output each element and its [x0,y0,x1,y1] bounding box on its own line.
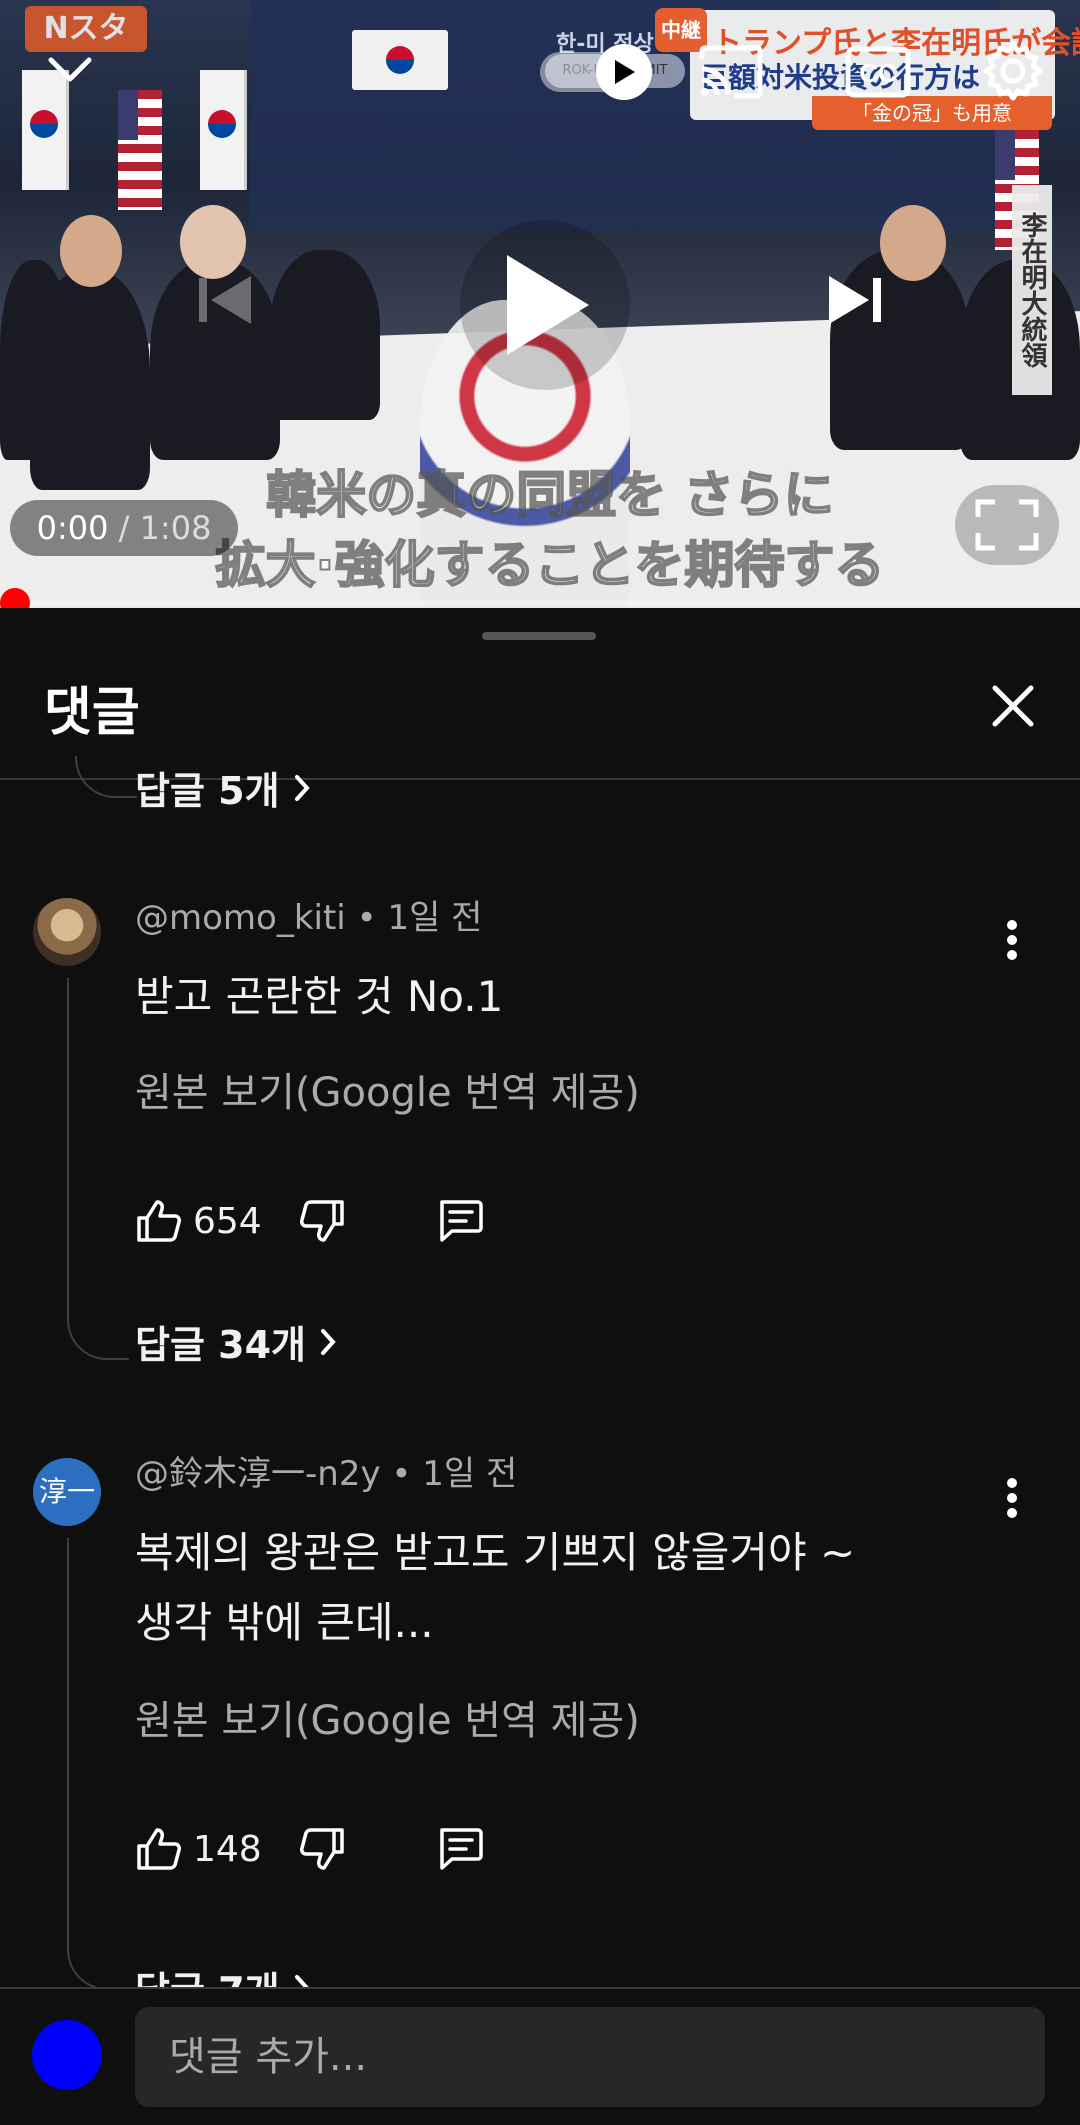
us-flag [118,90,162,210]
like-count: 654 [193,1200,262,1242]
autoplay-knob [596,44,652,100]
dislike-button[interactable] [299,1826,346,1872]
drag-handle[interactable] [482,632,596,640]
show-original-link[interactable]: 원본 보기(Google 번역 제공) [135,1060,640,1118]
comment-more-button[interactable] [990,910,1034,970]
thumbs-down-icon [299,1828,344,1870]
chevron-down-icon [48,57,92,82]
user-avatar[interactable] [32,2020,102,2090]
comment-more-button[interactable] [990,1468,1034,1528]
gear-icon [983,41,1043,101]
avatar[interactable] [33,898,101,966]
close-button[interactable] [985,678,1041,734]
comment-text: 복제의 왕관은 받고도 기쁘지 않을거야 ~ 생각 밖에 큰데... [135,1518,935,1658]
korean-flag-board [352,30,448,90]
next-button[interactable] [810,260,900,340]
skip-previous-icon [199,276,251,324]
person [270,250,380,420]
thread-connector [75,756,137,798]
settings-button[interactable] [978,36,1048,106]
minimize-button[interactable] [30,40,110,100]
dislike-button[interactable] [299,1198,346,1244]
comment-actions: 654 [135,1191,484,1251]
progress-bar[interactable] [0,600,1080,606]
view-replies-link[interactable]: 답글 5개 [135,760,310,815]
fullscreen-icon [975,499,1039,551]
comment-composer: 댓글 추가... [0,1987,1080,2125]
thumbs-up-icon [137,1828,181,1870]
speaker-name-tag: 李在明大統領 [1012,185,1052,395]
comment-time: 1일 전 [387,898,483,938]
comments-panel: 댓글 답글 5개 @momo_kiti • 1일 전 받고 곤란한 것 No.1… [0,608,1080,2125]
previous-button[interactable] [185,260,265,340]
more-vertical-icon [1007,920,1017,960]
comment-actions: 148 [135,1819,484,1879]
avatar[interactable]: 淳一 [33,1458,101,1526]
replies-count-label: 답글 5개 [135,769,280,813]
video-player[interactable]: Nスタ 한-미 정상 ROK-US SUMMIT 中継 トランプ氏と李在明氏が会… [0,0,1080,608]
play-icon [615,60,635,84]
time-separator: / [108,509,140,547]
thread-line [67,1538,69,1938]
time-display: 0:00 / 1:08 [10,500,238,556]
current-time: 0:00 [36,509,109,547]
skip-next-icon [829,276,881,324]
cast-button[interactable] [690,42,772,102]
play-button[interactable] [460,220,630,390]
comment-icon [439,1200,483,1242]
like-button[interactable]: 654 [135,1198,262,1244]
composer-divider [0,1987,1080,1989]
comment-text: 받고 곤란한 것 No.1 [135,962,935,1032]
thread-connector [67,1308,129,1360]
comment-meta: @鈴木淳一-n2y • 1일 전 [135,1454,518,1494]
comment-line: 받고 곤란한 것 No.1 [135,972,504,1021]
author-name[interactable]: @momo_kiti [135,898,346,938]
svg-text:CC: CC [859,58,897,88]
view-replies-link[interactable]: 답글 34개 [135,1314,336,1369]
add-comment-input[interactable]: 댓글 추가... [135,2007,1045,2107]
show-original-link[interactable]: 원본 보기(Google 번역 제공) [135,1688,640,1746]
subtitle-line-2: 拡大·強化することを期待する [215,535,886,595]
chevron-right-icon [321,1328,336,1355]
subtitle-line-1: 韓米の真の同盟を さらに [265,465,834,525]
comment-time: 1일 전 [422,1454,518,1494]
fullscreen-button[interactable] [955,485,1059,565]
duration: 1:08 [139,509,212,547]
thumbs-up-icon [137,1200,181,1242]
korean-flag [200,70,247,190]
close-icon [992,685,1034,727]
comment-line: 생각 밖에 큰데... [135,1598,434,1647]
closed-captions-icon: CC [845,46,911,98]
thumbs-down-icon [299,1200,344,1242]
reply-button[interactable] [436,1826,484,1872]
play-icon [507,255,589,355]
author-name[interactable]: @鈴木淳一-n2y [135,1454,381,1494]
captions-button[interactable]: CC [838,42,918,102]
chevron-right-icon [294,774,310,801]
person-head [60,215,122,287]
panel-title: 댓글 [44,683,140,743]
person [30,270,150,490]
more-vertical-icon [1007,1478,1017,1518]
comment-meta: @momo_kiti • 1일 전 [135,898,483,938]
autoplay-toggle[interactable] [540,44,680,100]
comment-line: 복제의 왕관은 받고도 기쁘지 않을거야 ~ [135,1528,856,1577]
thread-line [67,978,69,1308]
reply-button[interactable] [436,1198,484,1244]
like-count: 148 [193,1828,262,1870]
comment-icon [439,1828,483,1870]
replies-count-label: 답글 34개 [135,1323,306,1367]
cast-icon [699,45,763,99]
like-button[interactable]: 148 [135,1826,262,1872]
thread-connector [67,1938,129,1990]
